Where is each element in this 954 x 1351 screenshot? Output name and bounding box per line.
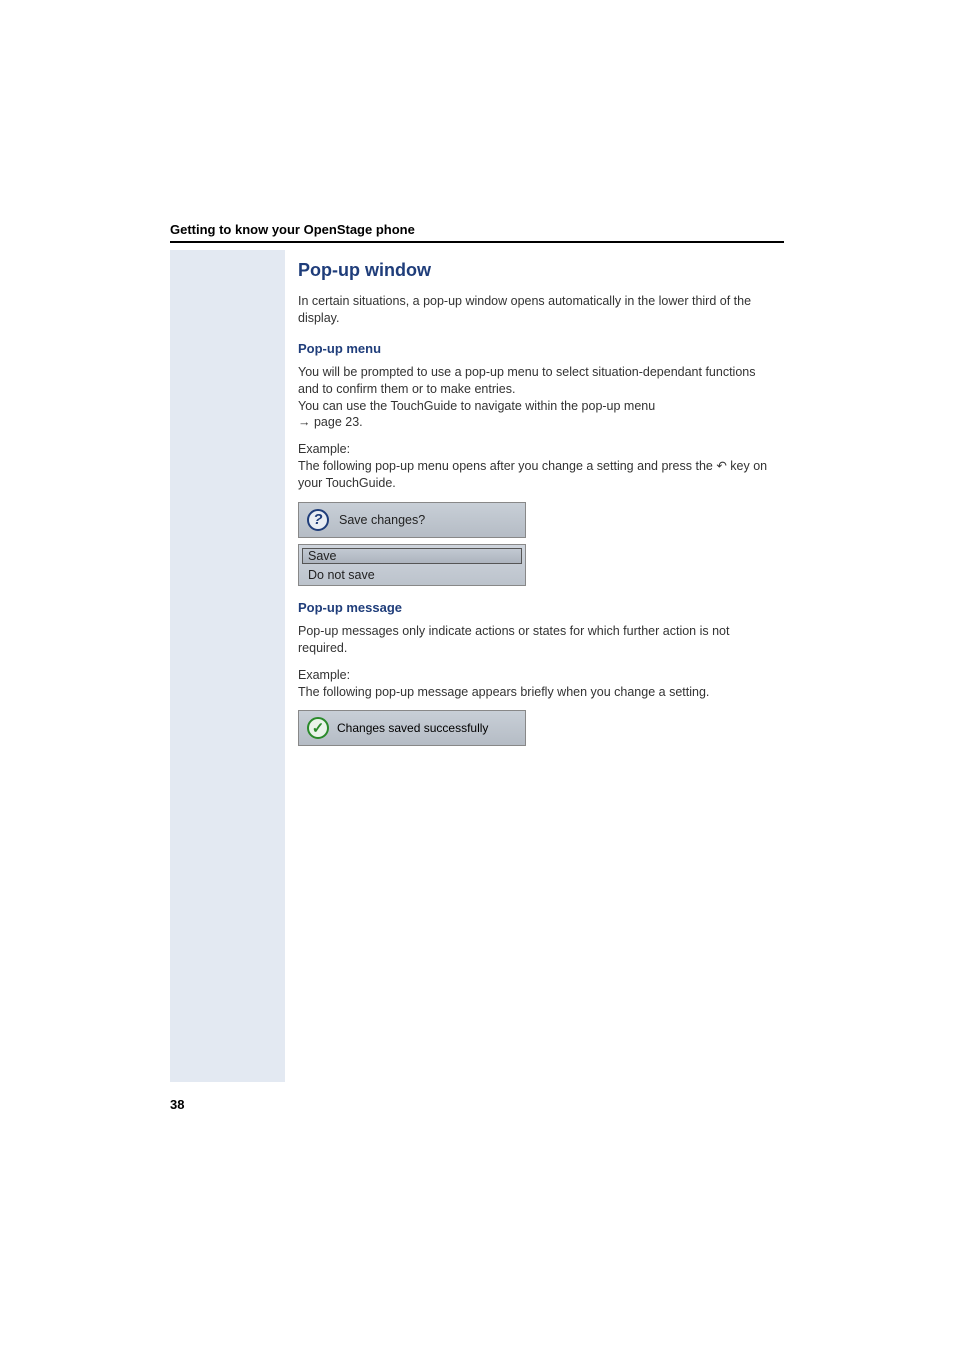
popup-menu-para2: You can use the TouchGuide to navigate w… (298, 399, 655, 413)
content-area: Pop-up window In certain situations, a p… (298, 260, 778, 746)
example-label-2: Example: (298, 668, 350, 682)
page-reference-link[interactable]: page 23. (314, 415, 363, 429)
header-title: Getting to know your OpenStage phone (170, 222, 415, 237)
popup-menu-options: Save Do not save (298, 544, 526, 586)
popup-message-heading: Pop-up message (298, 600, 778, 615)
popup-option-save[interactable]: Save (302, 548, 522, 564)
back-key-icon: ↶ (716, 458, 726, 475)
popup-message-example: Example: The following pop-up message ap… (298, 667, 778, 701)
page-number: 38 (170, 1097, 184, 1112)
popup-menu-para1: You will be prompted to use a pop-up men… (298, 365, 755, 396)
popup-message-box: ✓ Changes saved successfully (298, 710, 526, 746)
popup-dialog-title-row: ? Save changes? (299, 503, 525, 537)
popup-message-text: Changes saved successfully (337, 721, 488, 735)
section-title: Pop-up window (298, 260, 778, 281)
popup-menu-para: You will be prompted to use a pop-up men… (298, 364, 778, 432)
arrow-right-icon: → (298, 414, 311, 431)
page-header: Getting to know your OpenStage phone (170, 222, 784, 243)
example-text-before: The following pop-up menu opens after yo… (298, 459, 716, 473)
popup-menu-dialog-header: ? Save changes? (298, 502, 526, 538)
check-mark-icon: ✓ (307, 717, 329, 739)
popup-option-do-not-save[interactable]: Do not save (299, 567, 525, 585)
popup-menu-heading: Pop-up menu (298, 341, 778, 356)
example-label: Example: (298, 442, 350, 456)
question-mark-icon: ? (307, 509, 329, 531)
popup-dialog-title: Save changes? (339, 513, 425, 527)
section-intro: In certain situations, a pop-up window o… (298, 293, 778, 327)
popup-message-para1: Pop-up messages only indicate actions or… (298, 623, 778, 657)
left-margin-bar (170, 250, 285, 1082)
popup-menu-example: Example: The following pop-up menu opens… (298, 441, 778, 492)
popup-message-example-text: The following pop-up message appears bri… (298, 685, 709, 699)
